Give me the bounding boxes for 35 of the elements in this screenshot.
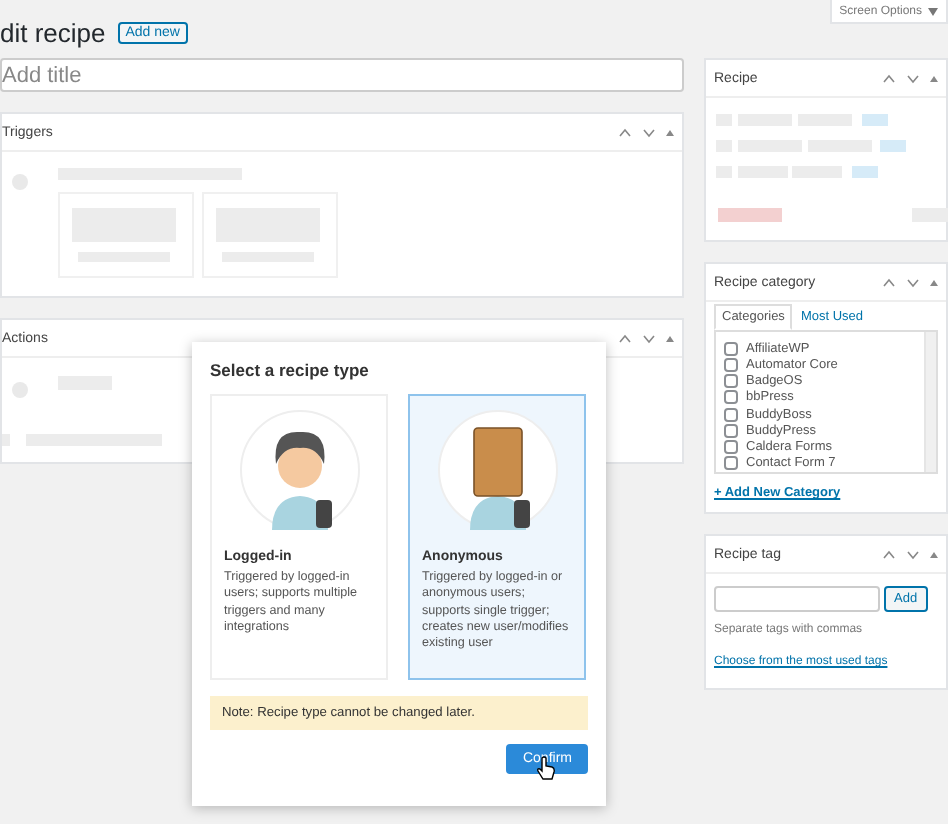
scrollbar[interactable] xyxy=(924,332,936,472)
chevron-down-icon[interactable] xyxy=(906,549,920,559)
triangle-up-icon[interactable] xyxy=(930,75,938,81)
chevron-up-icon[interactable] xyxy=(882,549,896,559)
chevron-up-icon[interactable] xyxy=(882,73,896,83)
placeholder-tag xyxy=(862,114,888,126)
checkbox[interactable] xyxy=(724,440,738,455)
triangle-up-icon[interactable] xyxy=(666,335,674,341)
chevron-up-icon[interactable] xyxy=(882,277,896,287)
placeholder-tag xyxy=(880,140,906,152)
modal-title: Select a recipe type xyxy=(210,360,371,380)
placeholder-tag xyxy=(852,166,878,178)
chevron-up-icon[interactable] xyxy=(618,333,632,343)
page-title: dit recipe xyxy=(0,17,106,47)
triangle-up-icon[interactable] xyxy=(930,551,938,557)
chevron-down-icon[interactable] xyxy=(642,127,656,137)
chevron-down-icon[interactable] xyxy=(906,73,920,83)
bag-head-person-drawing xyxy=(437,410,557,530)
person-drawing xyxy=(239,410,359,530)
checkbox[interactable] xyxy=(724,341,738,356)
checkbox[interactable] xyxy=(724,357,738,372)
chevron-up-icon[interactable] xyxy=(618,127,632,137)
caret-icon xyxy=(928,7,938,15)
triangle-up-icon[interactable] xyxy=(666,129,674,135)
checkbox[interactable] xyxy=(724,456,738,471)
title-field[interactable]: Add title xyxy=(0,58,684,92)
checkbox[interactable] xyxy=(724,407,738,422)
chevron-down-icon[interactable] xyxy=(642,333,656,343)
tag-input-field[interactable] xyxy=(714,586,880,612)
chevron-down-icon[interactable] xyxy=(906,277,920,287)
placeholder-bar xyxy=(718,208,782,222)
checkbox[interactable] xyxy=(724,374,738,389)
checkbox[interactable] xyxy=(724,390,738,405)
triangle-up-icon[interactable] xyxy=(930,279,938,285)
checkbox[interactable] xyxy=(724,423,738,438)
